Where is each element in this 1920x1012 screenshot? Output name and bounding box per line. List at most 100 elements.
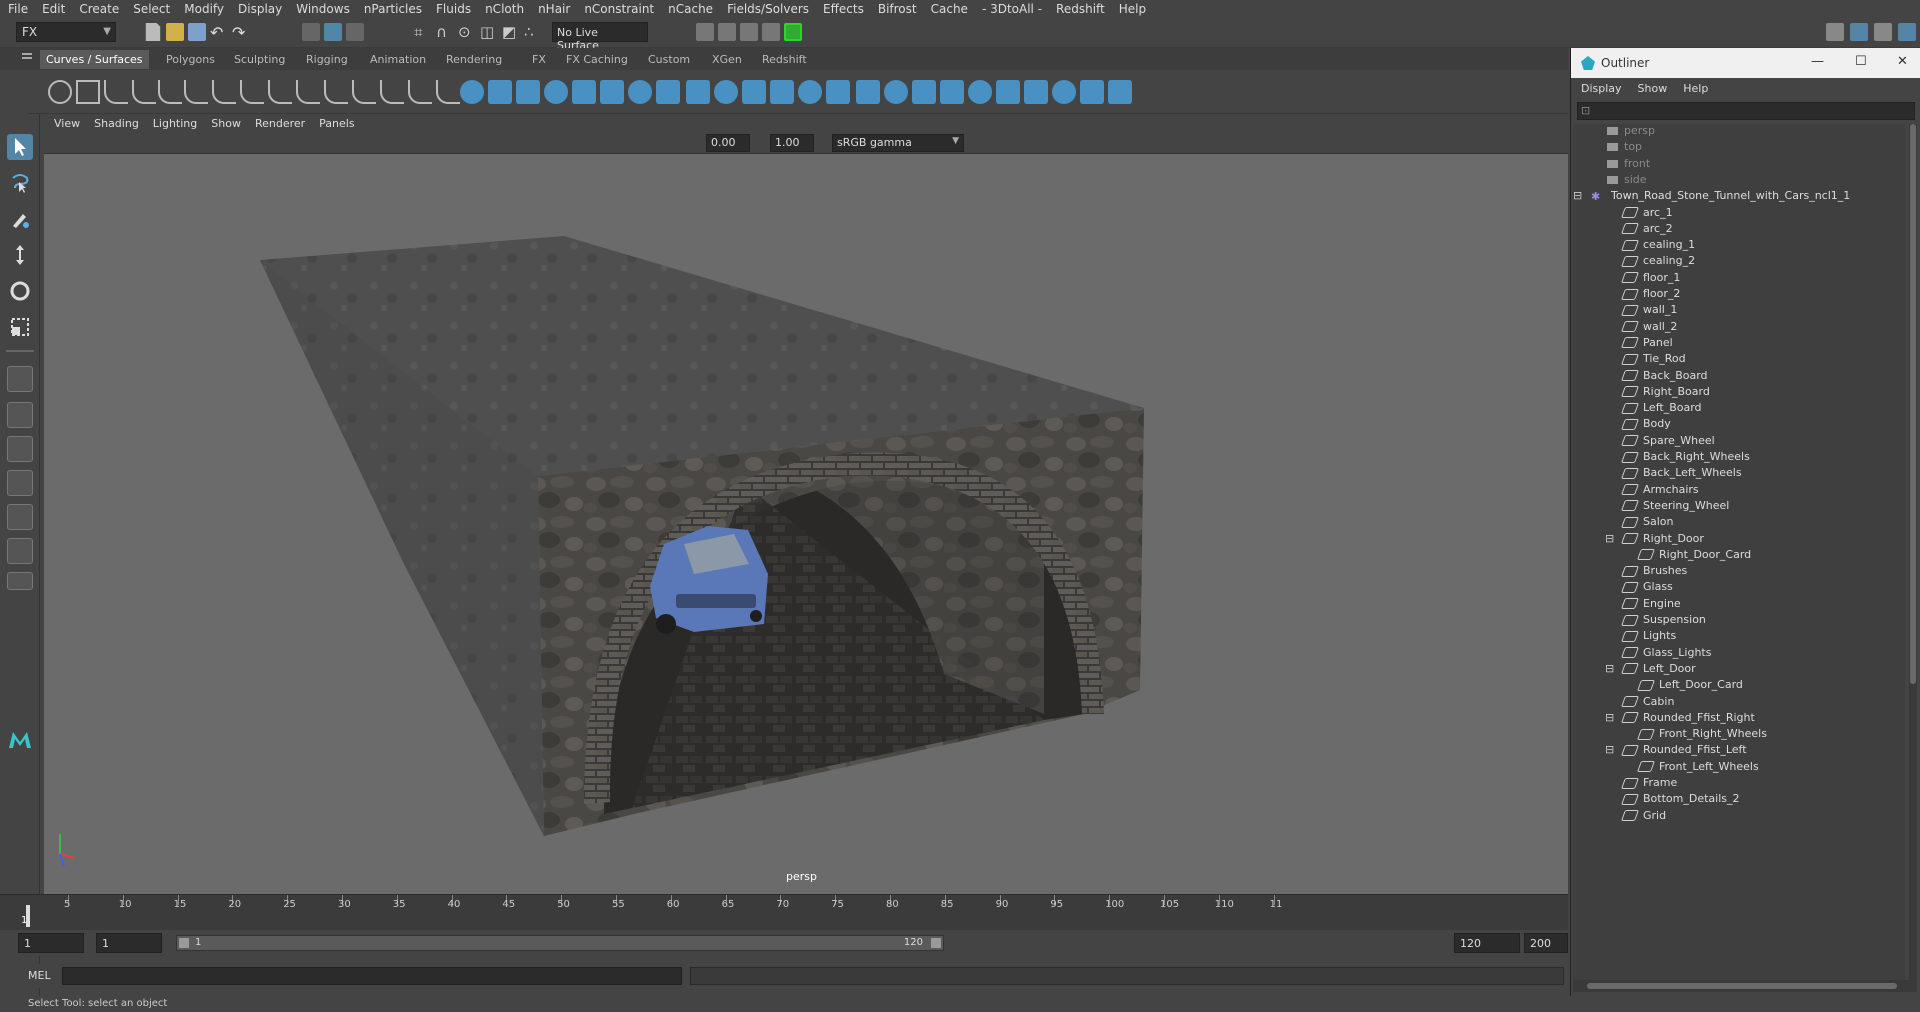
persp-outliner-layout-icon[interactable] [7,436,33,462]
extrude-icon[interactable] [714,80,738,104]
redshift-render-view-icon[interactable] [784,23,802,41]
extend-curve-icon[interactable] [436,80,460,104]
shelf-tab-animation[interactable]: Animation [364,50,432,69]
new-scene-icon[interactable] [145,23,161,41]
round-tool-icon[interactable] [968,80,992,104]
menu-item-select[interactable]: Select [133,2,170,16]
hypershade-icon[interactable] [762,23,780,41]
boundary-icon[interactable] [770,80,794,104]
collapse-toggle-icon[interactable]: ⊟ [1605,532,1614,545]
nurbs-sphere-icon[interactable] [460,80,484,104]
viewport-scene[interactable] [44,154,1568,894]
select-object-icon[interactable] [324,23,342,41]
nurbs-square-icon[interactable] [76,80,100,104]
shelf-menu-icon[interactable] [22,53,32,55]
menu-item-ncache[interactable]: nCache [668,2,713,16]
planar-icon[interactable] [686,80,710,104]
menu-item-modify[interactable]: Modify [184,2,224,16]
single-perspective-layout-icon[interactable] [7,366,33,392]
nurbs-cylinder-icon[interactable] [516,80,540,104]
range-slider[interactable]: 1 120 [176,935,944,951]
select-tool-icon[interactable] [7,134,33,160]
menu-item-help[interactable]: Help [1119,2,1146,16]
script-language-button[interactable]: MEL [28,969,51,982]
nurbs-torus-icon[interactable] [600,80,624,104]
menu-item-effects[interactable]: Effects [823,2,864,16]
outliner-menu-show[interactable]: Show [1638,82,1668,95]
perspective-viewport[interactable]: View Shading Lighting Show Renderer Panels 0.… [44,114,1568,894]
menu-item-file[interactable]: File [8,2,28,16]
undo-icon[interactable]: ↶ [210,23,228,42]
bezier-curve-icon[interactable] [212,80,236,104]
outliner-search-input[interactable]: ⊡ [1577,102,1915,120]
menu-item-display[interactable]: Display [238,2,282,16]
trim-icon[interactable] [856,80,880,104]
maximize-icon[interactable]: ☐ [1855,54,1867,69]
nurbs-cube-icon[interactable] [488,80,512,104]
ipr-render-icon[interactable] [718,23,736,41]
arc-icon[interactable] [184,80,208,104]
menu-item-ncloth[interactable]: nCloth [485,2,524,16]
minimize-icon[interactable]: — [1811,54,1824,69]
render-settings-icon[interactable] [740,23,758,41]
outliner-item[interactable]: Grid [1620,809,1666,829]
shelf-tab-redshift[interactable]: Redshift [756,50,813,69]
close-icon[interactable]: ✕ [1897,54,1908,69]
menu-item-fluids[interactable]: Fluids [436,2,471,16]
move-tool-icon[interactable] [7,242,33,268]
curve-fillet-icon[interactable] [324,80,348,104]
snap-curve-icon[interactable]: ∩ [436,23,454,41]
menu-item-3dtoall[interactable]: - 3DtoAll - [982,2,1042,16]
range-end-handle[interactable] [931,938,941,948]
nurbs-circle-icon[interactable] [48,80,72,104]
collapse-toggle-icon[interactable]: ⊟ [1573,189,1582,202]
viewport-menu-shading[interactable]: Shading [94,117,139,130]
save-scene-icon[interactable] [188,23,206,41]
time-slider[interactable]: 1 5 10 15 20 25 30 35 40 45 50 55 60 65 70 75 80 85 90 95 1… [0,894,1568,930]
outliner-vertical-scrollbar[interactable] [1909,124,1917,980]
curve-tangent-icon[interactable] [296,80,320,104]
redo-icon[interactable]: ↷ [232,23,250,42]
revolve-icon[interactable] [628,80,652,104]
shelf-tab-polygons[interactable]: Polygons [160,50,221,69]
shelf-tab-curves-surfaces[interactable]: Curves / Surfaces [40,50,149,69]
snap-grid-icon[interactable]: ⌗ [414,23,432,41]
fillet-icon[interactable] [1052,80,1076,104]
menu-item-nhair[interactable]: nHair [538,2,570,16]
snap-point-icon[interactable]: ⊙ [458,23,476,41]
scale-tool-icon[interactable] [7,314,33,340]
shelf-tab-xgen[interactable]: XGen [706,50,748,69]
sculpt-geometry-icon[interactable] [1024,80,1048,104]
attribute-editor-toggle-icon[interactable] [1850,23,1868,41]
nurbs-cone-icon[interactable] [544,80,568,104]
menu-item-redshift[interactable]: Redshift [1056,2,1105,16]
animation-start-field[interactable]: 1 [18,933,84,953]
menu-item-edit[interactable]: Edit [42,2,65,16]
menu-item-bifrost[interactable]: Bifrost [878,2,917,16]
project-curve-icon[interactable] [940,80,964,104]
rotate-tool-icon[interactable] [7,278,33,304]
viewport-menu-renderer[interactable]: Renderer [255,117,305,130]
shelf-tab-fx-caching[interactable]: FX Caching [560,50,634,69]
collapse-toggle-icon[interactable]: ⊟ [1605,743,1614,756]
render-frame-icon[interactable] [696,23,714,41]
detach-curves-icon[interactable] [268,80,292,104]
uv-editor-layout-icon[interactable] [7,538,33,564]
paint-select-tool-icon[interactable] [7,206,33,232]
shelf-tab-fx[interactable]: FX [526,50,552,69]
hypershade-layout-icon[interactable] [7,504,33,530]
collapse-toggle-icon[interactable]: ⊟ [1605,711,1614,724]
menu-item-nparticles[interactable]: nParticles [364,2,422,16]
modeling-toolkit-icon[interactable] [1826,23,1844,41]
untrim-icon[interactable] [884,80,908,104]
menu-set-dropdown[interactable]: FX ▼ [16,22,116,42]
four-view-layout-icon[interactable] [7,402,33,428]
square-surface-icon[interactable] [798,80,822,104]
attach-surfaces-icon[interactable] [1080,80,1104,104]
intersect-icon[interactable] [912,80,936,104]
pencil-curve-icon[interactable] [158,80,182,104]
select-hierarchy-icon[interactable] [302,23,320,41]
insert-isoparm-icon[interactable] [1108,80,1132,104]
viewport-menu-panels[interactable]: Panels [319,117,354,130]
collapse-toggle-icon[interactable]: ⊟ [1605,662,1614,675]
